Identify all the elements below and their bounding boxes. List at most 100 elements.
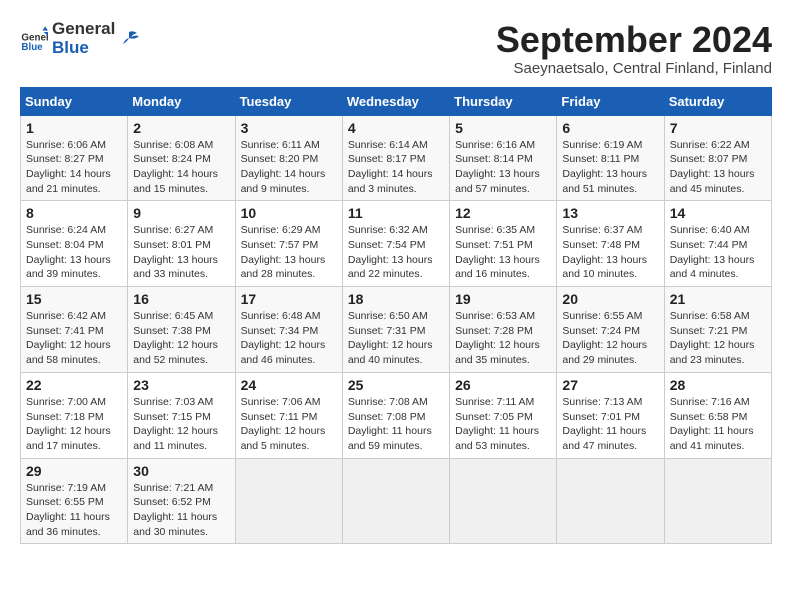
day-detail: Sunrise: 6:35 AMSunset: 7:51 PMDaylight:… — [455, 224, 540, 280]
logo: General Blue General Blue — [20, 20, 141, 57]
cell-week2-day7: 14Sunrise: 6:40 AMSunset: 7:44 PMDayligh… — [664, 201, 771, 287]
cell-week5-day7 — [664, 458, 771, 544]
cell-week3-day6: 20 Sunrise: 6:55 AMSunset: 7:24 PMDayligh… — [557, 287, 664, 373]
cell-week5-day2: 30 Sunrise: 7:21 AMSunset: 6:52 PMDayligh… — [128, 458, 235, 544]
day-number: 24 — [241, 377, 337, 393]
day-detail: Sunrise: 6:55 AMSunset: 7:24 PMDaylight:… — [562, 310, 647, 366]
day-number: 2 — [133, 120, 229, 136]
cell-week1-day6: 6 Sunrise: 6:19 AMSunset: 8:11 PMDaylight… — [557, 115, 664, 201]
day-detail: Sunrise: 6:37 AMSunset: 7:48 PMDaylight:… — [562, 224, 647, 280]
day-number: 25 — [348, 377, 444, 393]
day-number: 23 — [133, 377, 229, 393]
day-detail: Sunrise: 6:24 AMSunset: 8:04 PMDaylight:… — [26, 224, 111, 280]
day-detail: Sunrise: 6:48 AMSunset: 7:34 PMDaylight:… — [241, 310, 326, 366]
day-detail: Sunrise: 7:16 AMSunset: 6:58 PMDaylight:… — [670, 396, 754, 452]
week-row-5: 29 Sunrise: 7:19 AMSunset: 6:55 PMDayligh… — [21, 458, 772, 544]
day-detail: Sunrise: 6:14 AMSunset: 8:17 PMDaylight:… — [348, 139, 433, 195]
day-detail: Sunrise: 6:32 AMSunset: 7:54 PMDaylight:… — [348, 224, 433, 280]
cell-week4-day6: 27 Sunrise: 7:13 AMSunset: 7:01 PMDayligh… — [557, 372, 664, 458]
day-detail: Sunrise: 6:08 AMSunset: 8:24 PMDaylight:… — [133, 139, 218, 195]
day-number: 20 — [562, 291, 658, 307]
day-number: 9 — [133, 205, 229, 221]
cell-week5-day1: 29 Sunrise: 7:19 AMSunset: 6:55 PMDayligh… — [21, 458, 128, 544]
day-number: 11 — [348, 205, 444, 221]
day-detail: Sunrise: 6:29 AMSunset: 7:57 PMDaylight:… — [241, 224, 326, 280]
day-number: 30 — [133, 463, 229, 479]
day-number: 4 — [348, 120, 444, 136]
day-number: 15 — [26, 291, 122, 307]
day-detail: Sunrise: 6:22 AMSunset: 8:07 PMDaylight:… — [670, 139, 755, 195]
logo-icon: General Blue — [20, 25, 48, 53]
day-number: 22 — [26, 377, 122, 393]
cell-week1-day4: 4 Sunrise: 6:14 AMSunset: 8:17 PMDaylight… — [342, 115, 449, 201]
day-detail: Sunrise: 6:19 AMSunset: 8:11 PMDaylight:… — [562, 139, 647, 195]
day-detail: Sunrise: 6:42 AMSunset: 7:41 PMDaylight:… — [26, 310, 111, 366]
cell-week1-day2: 2 Sunrise: 6:08 AMSunset: 8:24 PMDaylight… — [128, 115, 235, 201]
week-row-3: 15 Sunrise: 6:42 AMSunset: 7:41 PMDayligh… — [21, 287, 772, 373]
cell-week1-day7: 7Sunrise: 6:22 AMSunset: 8:07 PMDaylight… — [664, 115, 771, 201]
header-saturday: Saturday — [664, 87, 771, 115]
day-detail: Sunrise: 6:45 AMSunset: 7:38 PMDaylight:… — [133, 310, 218, 366]
day-number: 16 — [133, 291, 229, 307]
cell-week1-day5: 5 Sunrise: 6:16 AMSunset: 8:14 PMDaylight… — [450, 115, 557, 201]
subtitle: Saeynaetsalo, Central Finland, Finland — [496, 60, 772, 77]
logo-bird-icon — [119, 28, 141, 50]
header: General Blue General Blue September 2024… — [20, 20, 772, 77]
day-number: 5 — [455, 120, 551, 136]
day-detail: Sunrise: 7:21 AMSunset: 6:52 PMDaylight:… — [133, 482, 217, 538]
day-number: 29 — [26, 463, 122, 479]
day-detail: Sunrise: 7:11 AMSunset: 7:05 PMDaylight:… — [455, 396, 539, 452]
day-detail: Sunrise: 7:13 AMSunset: 7:01 PMDaylight:… — [562, 396, 646, 452]
cell-week2-day5: 12 Sunrise: 6:35 AMSunset: 7:51 PMDayligh… — [450, 201, 557, 287]
day-detail: Sunrise: 7:03 AMSunset: 7:15 PMDaylight:… — [133, 396, 218, 452]
day-number: 28 — [670, 377, 766, 393]
cell-week4-day2: 23 Sunrise: 7:03 AMSunset: 7:15 PMDayligh… — [128, 372, 235, 458]
cell-week4-day7: 28 Sunrise: 7:16 AMSunset: 6:58 PMDayligh… — [664, 372, 771, 458]
cell-week2-day4: 11 Sunrise: 6:32 AMSunset: 7:54 PMDayligh… — [342, 201, 449, 287]
day-detail: Sunrise: 6:50 AMSunset: 7:31 PMDaylight:… — [348, 310, 433, 366]
day-number: 26 — [455, 377, 551, 393]
day-number: 18 — [348, 291, 444, 307]
cell-week3-day1: 15 Sunrise: 6:42 AMSunset: 7:41 PMDayligh… — [21, 287, 128, 373]
cell-week5-day3 — [235, 458, 342, 544]
cell-week3-day5: 19Sunrise: 6:53 AMSunset: 7:28 PMDayligh… — [450, 287, 557, 373]
day-number: 14 — [670, 205, 766, 221]
cell-week3-day7: 21Sunrise: 6:58 AMSunset: 7:21 PMDayligh… — [664, 287, 771, 373]
cell-week5-day5 — [450, 458, 557, 544]
cell-week4-day1: 22Sunrise: 7:00 AMSunset: 7:18 PMDayligh… — [21, 372, 128, 458]
cell-week2-day6: 13 Sunrise: 6:37 AMSunset: 7:48 PMDayligh… — [557, 201, 664, 287]
main-title: September 2024 — [496, 20, 772, 60]
day-detail: Sunrise: 7:06 AMSunset: 7:11 PMDaylight:… — [241, 396, 326, 452]
day-number: 6 — [562, 120, 658, 136]
day-number: 13 — [562, 205, 658, 221]
day-detail: Sunrise: 6:27 AMSunset: 8:01 PMDaylight:… — [133, 224, 218, 280]
cell-week2-day3: 10Sunrise: 6:29 AMSunset: 7:57 PMDayligh… — [235, 201, 342, 287]
header-thursday: Thursday — [450, 87, 557, 115]
day-number: 12 — [455, 205, 551, 221]
cell-week1-day3: 3Sunrise: 6:11 AMSunset: 8:20 PMDaylight… — [235, 115, 342, 201]
cell-week2-day2: 9 Sunrise: 6:27 AMSunset: 8:01 PMDaylight… — [128, 201, 235, 287]
week-row-4: 22Sunrise: 7:00 AMSunset: 7:18 PMDayligh… — [21, 372, 772, 458]
day-number: 19 — [455, 291, 551, 307]
logo-general: General — [52, 20, 115, 39]
header-friday: Friday — [557, 87, 664, 115]
day-number: 27 — [562, 377, 658, 393]
cell-week4-day5: 26 Sunrise: 7:11 AMSunset: 7:05 PMDayligh… — [450, 372, 557, 458]
cell-week3-day4: 18 Sunrise: 6:50 AMSunset: 7:31 PMDayligh… — [342, 287, 449, 373]
day-detail: Sunrise: 6:06 AMSunset: 8:27 PMDaylight:… — [26, 139, 111, 195]
day-number: 17 — [241, 291, 337, 307]
logo-blue: Blue — [52, 39, 115, 58]
cell-week5-day4 — [342, 458, 449, 544]
header-sunday: Sunday — [21, 87, 128, 115]
day-detail: Sunrise: 7:19 AMSunset: 6:55 PMDaylight:… — [26, 482, 110, 538]
cell-week4-day3: 24 Sunrise: 7:06 AMSunset: 7:11 PMDayligh… — [235, 372, 342, 458]
day-number: 1 — [26, 120, 122, 136]
day-detail: Sunrise: 6:16 AMSunset: 8:14 PMDaylight:… — [455, 139, 540, 195]
cell-week3-day3: 17 Sunrise: 6:48 AMSunset: 7:34 PMDayligh… — [235, 287, 342, 373]
day-number: 21 — [670, 291, 766, 307]
cell-week1-day1: 1 Sunrise: 6:06 AMSunset: 8:27 PMDaylight… — [21, 115, 128, 201]
week-row-2: 8Sunrise: 6:24 AMSunset: 8:04 PMDaylight… — [21, 201, 772, 287]
svg-text:Blue: Blue — [21, 42, 43, 53]
header-tuesday: Tuesday — [235, 87, 342, 115]
cell-week4-day4: 25Sunrise: 7:08 AMSunset: 7:08 PMDayligh… — [342, 372, 449, 458]
